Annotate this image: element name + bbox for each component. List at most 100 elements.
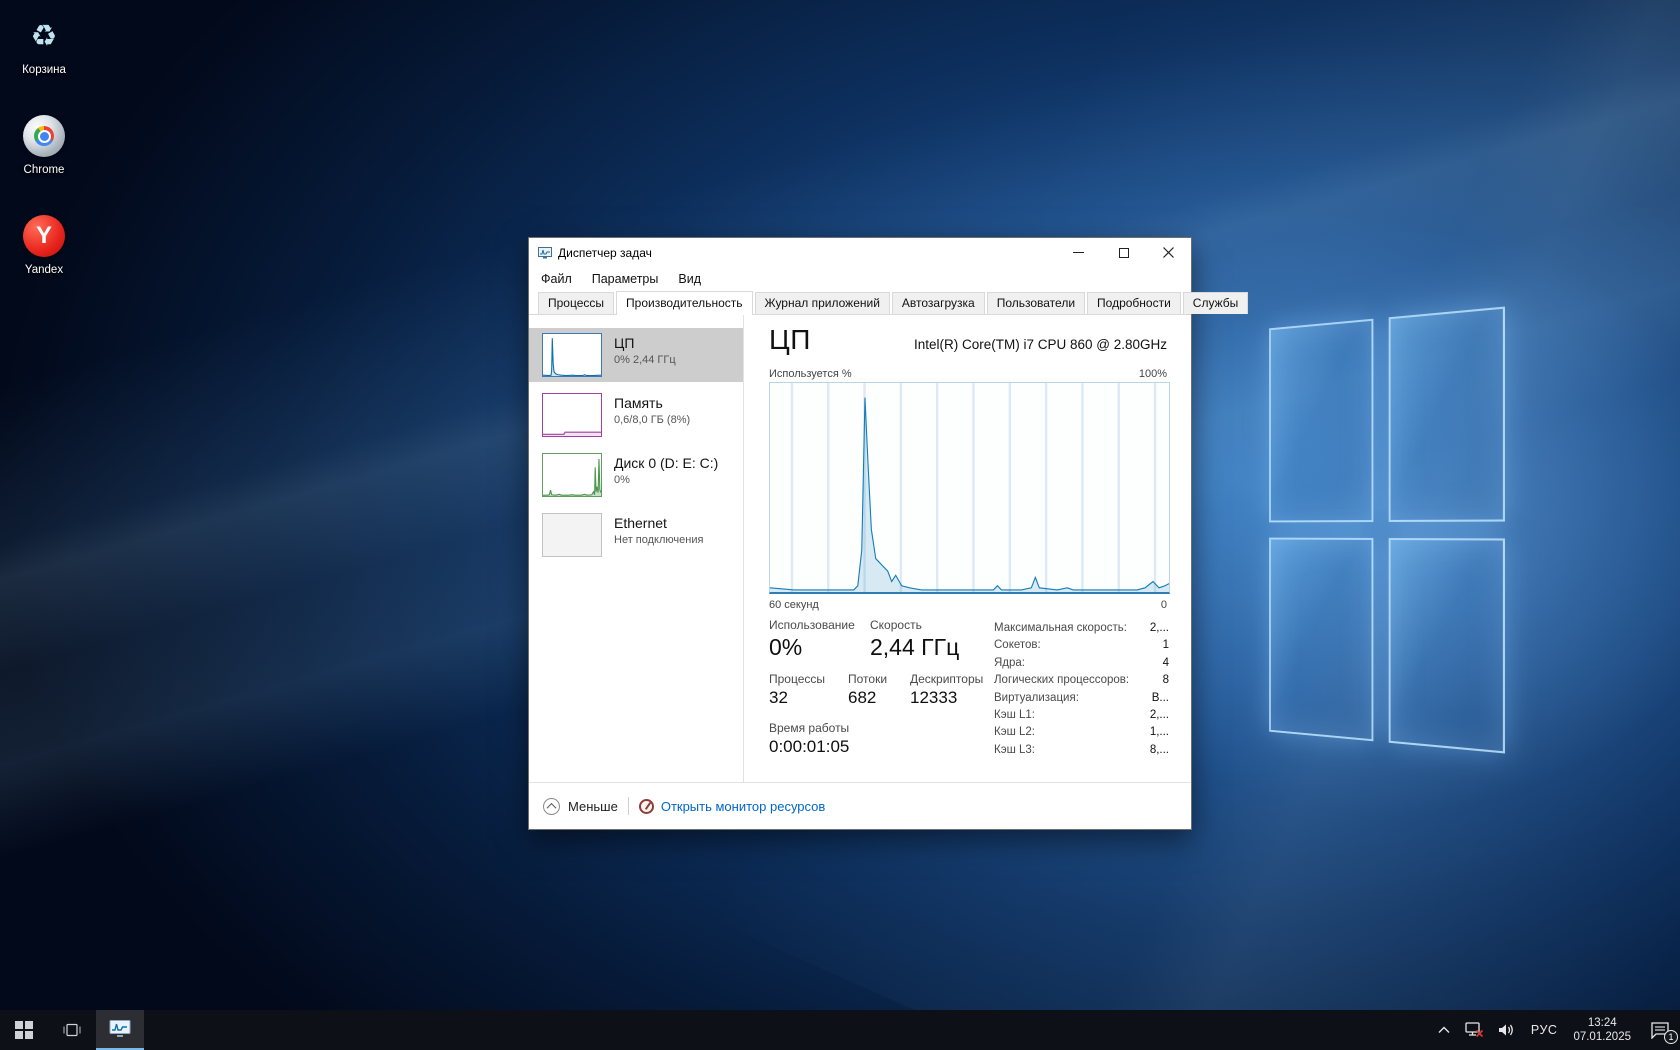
open-resource-monitor-link[interactable]: Открыть монитор ресурсов <box>661 799 825 814</box>
maximize-button[interactable] <box>1101 238 1146 267</box>
axis-label-usage: Используется % <box>769 368 852 380</box>
tray-show-hidden-icons[interactable] <box>1431 1010 1457 1050</box>
windows-start-icon <box>15 1021 33 1039</box>
desktop-icon-recycle-bin[interactable]: ♻ Корзина <box>2 12 86 76</box>
cpu-usage-graph <box>769 382 1170 594</box>
windows-logo-pane <box>1389 307 1505 522</box>
desktop-icon-label: Корзина <box>2 64 86 76</box>
cpu-mini-graph <box>542 333 602 377</box>
cpu-model: Intel(R) Core(TM) i7 CPU 860 @ 2.80GHz <box>914 337 1167 352</box>
tray-volume[interactable] <box>1491 1010 1524 1050</box>
desktop-icon-label: Chrome <box>2 164 86 176</box>
task-manager-taskbar-icon <box>109 1019 131 1039</box>
sidebar-item-title: Диск 0 (D: E: C:) <box>614 455 718 471</box>
spec-value: 4 <box>1163 655 1169 672</box>
spec-label: Ядра: <box>994 655 1025 672</box>
stat-threads: Потоки 682 <box>848 672 887 708</box>
tab-performance[interactable]: Производительность <box>616 291 752 315</box>
menu-options[interactable]: Параметры <box>582 269 669 289</box>
stat-value: 0% <box>769 634 855 661</box>
axis-label-100: 100% <box>1139 368 1167 380</box>
yandex-icon: Y <box>2 212 86 260</box>
tray-language-indicator[interactable]: РУС <box>1524 1010 1565 1050</box>
spec-row: Кэш L3:8,... <box>994 742 1169 759</box>
stat-value: 0:00:01:05 <box>769 737 849 757</box>
spec-value: 1,... <box>1150 724 1169 741</box>
network-disconnected-icon <box>1464 1021 1484 1039</box>
sidebar-item-memory[interactable]: Память 0,6/8,0 ГБ (8%) <box>529 388 743 442</box>
stat-processes: Процессы 32 <box>769 672 825 708</box>
taskbar-spacer <box>144 1010 1431 1050</box>
task-view-button[interactable] <box>48 1010 96 1050</box>
panel-title: ЦП <box>769 324 811 356</box>
spec-row: Кэш L2:1,... <box>994 724 1169 741</box>
resource-monitor-icon <box>639 799 654 814</box>
chevron-up-circle-icon <box>543 798 560 815</box>
tray-clock[interactable]: 13:24 07.01.2025 <box>1564 1010 1640 1050</box>
windows-logo-pane <box>1389 538 1505 753</box>
divider <box>628 797 629 815</box>
stat-value: 682 <box>848 688 887 708</box>
menu-view[interactable]: Вид <box>668 269 711 289</box>
desktop-icon-yandex[interactable]: Y Yandex <box>2 212 86 276</box>
action-center-button[interactable]: 1 <box>1640 1010 1680 1050</box>
taskbar-app-task-manager[interactable] <box>96 1010 144 1050</box>
spec-label: Кэш L3: <box>994 742 1035 759</box>
fewer-details-button[interactable]: Меньше <box>543 798 618 815</box>
tab-details[interactable]: Подробности <box>1087 292 1181 314</box>
sidebar-item-disk[interactable]: Диск 0 (D: E: C:) 0% <box>529 448 743 502</box>
tab-users[interactable]: Пользователи <box>987 292 1085 314</box>
title-bar[interactable]: Диспетчер задач <box>529 238 1191 267</box>
spec-row: Виртуализация:В... <box>994 690 1169 707</box>
spec-label: Максимальная скорость: <box>994 620 1127 637</box>
stat-value: 32 <box>769 688 825 708</box>
cpu-spec-list: Максимальная скорость:2,... Сокетов:1 Яд… <box>994 620 1169 759</box>
windows-logo-pane <box>1269 319 1373 523</box>
tab-strip: Процессы Производительность Журнал прило… <box>529 291 1191 315</box>
taskbar: РУС 13:24 07.01.2025 1 <box>0 1010 1680 1050</box>
stat-label: Процессы <box>769 672 825 686</box>
fewer-details-label: Меньше <box>568 799 618 814</box>
menu-file[interactable]: Файл <box>531 269 582 289</box>
stat-label: Скорость <box>870 618 959 632</box>
performance-sidebar: ЦП 0% 2,44 ГГц Память 0,6/8,0 ГБ (8%) Ди… <box>529 315 743 782</box>
chrome-disc-icon <box>2 112 86 160</box>
clock-time: 13:24 <box>1573 1016 1631 1030</box>
spec-label: Виртуализация: <box>994 690 1079 707</box>
sidebar-item-subtitle: 0% <box>614 474 718 486</box>
close-button[interactable] <box>1146 238 1191 267</box>
sidebar-item-title: Ethernet <box>614 515 703 531</box>
desktop-icon-chrome[interactable]: Chrome <box>2 112 86 176</box>
window-controls <box>1056 238 1191 267</box>
spec-value: 2,... <box>1150 620 1169 637</box>
spec-label: Кэш L1: <box>994 707 1035 724</box>
speaker-icon <box>1498 1022 1517 1038</box>
tab-processes[interactable]: Процессы <box>538 292 614 314</box>
spec-row: Максимальная скорость: 2,... <box>994 620 1169 637</box>
sidebar-item-ethernet[interactable]: Ethernet Нет подключения <box>529 508 743 562</box>
spec-value: 2,... <box>1150 707 1169 724</box>
sidebar-item-cpu[interactable]: ЦП 0% 2,44 ГГц <box>529 328 743 382</box>
stat-uptime: Время работы 0:00:01:05 <box>769 721 849 757</box>
tray-network-status[interactable] <box>1457 1010 1491 1050</box>
chrome-logo <box>34 126 54 146</box>
disc-shape <box>23 115 65 157</box>
task-manager-app-icon <box>538 246 552 260</box>
spec-row: Логических процессоров:8 <box>994 672 1169 689</box>
notification-badge: 1 <box>1664 1030 1678 1044</box>
axis-label-60s: 60 секунд <box>769 599 819 611</box>
minimize-button[interactable] <box>1056 238 1101 267</box>
disk-mini-graph <box>542 453 602 497</box>
windows-logo-wallpaper <box>1269 307 1505 754</box>
memory-mini-graph <box>542 393 602 437</box>
start-button[interactable] <box>0 1010 48 1050</box>
task-manager-window: Диспетчер задач Файл Параметры Вид Проце… <box>528 237 1192 830</box>
sidebar-item-subtitle: 0,6/8,0 ГБ (8%) <box>614 414 690 426</box>
tab-services[interactable]: Службы <box>1183 292 1248 314</box>
tab-startup[interactable]: Автозагрузка <box>892 292 985 314</box>
yandex-logo: Y <box>23 215 65 257</box>
stat-label: Время работы <box>769 721 849 735</box>
chevron-up-icon <box>1438 1026 1450 1034</box>
system-tray: РУС 13:24 07.01.2025 1 <box>1431 1010 1680 1050</box>
tab-app-history[interactable]: Журнал приложений <box>755 292 890 314</box>
